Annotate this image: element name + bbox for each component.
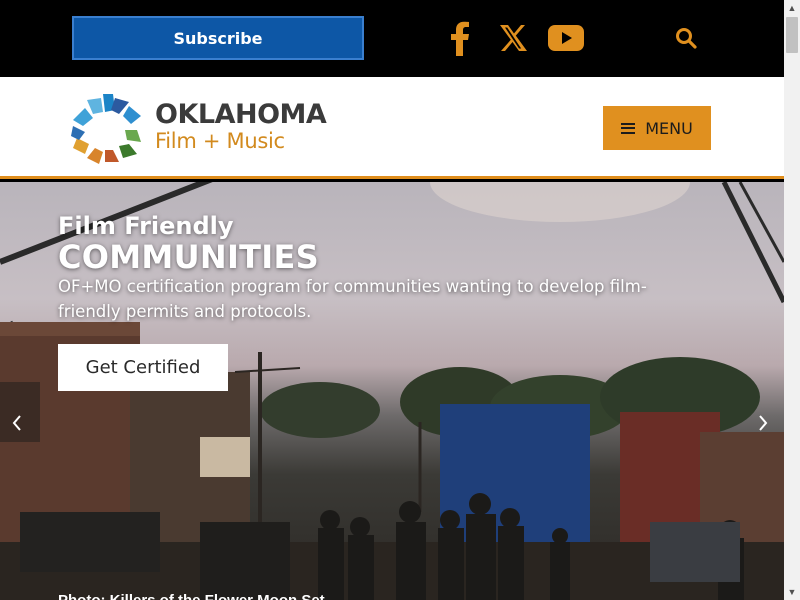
oklahoma-star-logo-icon[interactable]	[70, 91, 144, 165]
scroll-thumb[interactable]	[786, 17, 798, 53]
x-icon[interactable]	[497, 18, 529, 58]
chevron-right-icon[interactable]	[758, 414, 768, 438]
hamburger-icon	[621, 122, 636, 134]
logo-subtitle[interactable]: Film + Music	[155, 129, 285, 153]
youtube-icon[interactable]	[548, 18, 584, 58]
get-certified-button[interactable]: Get Certified	[58, 344, 228, 391]
menu-label: MENU	[645, 118, 693, 138]
menu-button[interactable]: MENU	[603, 106, 711, 150]
hero-title-line1: Film Friendly	[58, 212, 234, 240]
hero-title-line2: COMMUNITIES	[58, 238, 319, 276]
hero-slider: Film Friendly COMMUNITIES OF+MO certific…	[0, 182, 784, 600]
subscribe-button[interactable]: Subscribe	[72, 16, 364, 60]
chevron-left-icon[interactable]	[12, 414, 22, 438]
scroll-up-icon[interactable]: ▲	[784, 0, 800, 16]
vertical-scrollbar[interactable]: ▲ ▼	[784, 0, 800, 600]
logo-title[interactable]: OKLAHOMA	[155, 99, 327, 130]
top-bar: Subscribe	[0, 0, 784, 77]
search-icon[interactable]	[674, 18, 698, 58]
photo-caption: Photo: Killers of the Flower Moon Set	[58, 592, 325, 600]
site-header: OKLAHOMA Film + Music MENU	[0, 77, 784, 179]
facebook-icon[interactable]	[446, 18, 474, 58]
hero-description: OF+MO certification program for communit…	[58, 277, 647, 321]
scroll-down-icon[interactable]: ▼	[784, 584, 800, 600]
